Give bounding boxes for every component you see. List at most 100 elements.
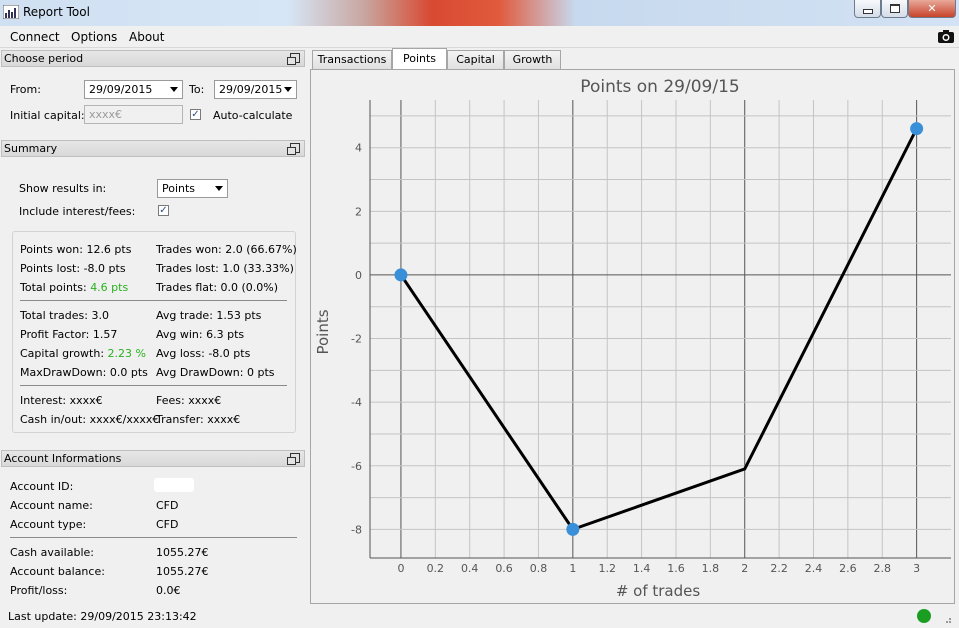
- initial-capital-input[interactable]: xxxx€: [84, 105, 183, 124]
- from-date-picker[interactable]: 29/09/2015: [84, 80, 183, 99]
- undock-icon[interactable]: [287, 453, 300, 465]
- y-tick-label: -8: [351, 523, 362, 536]
- include-interest-label: Include interest/fees:: [19, 205, 136, 218]
- y-tick-label: -6: [351, 460, 362, 473]
- account-name-value: CFD: [156, 499, 179, 512]
- minimize-icon: [862, 9, 873, 14]
- x-tick-label: 2.6: [839, 562, 857, 575]
- series-line: [399, 127, 918, 532]
- x-tick-label: 0.2: [427, 562, 445, 575]
- avg-loss: Avg loss: -8.0 pts: [156, 347, 251, 360]
- y-tick-label: 2: [355, 205, 362, 218]
- account-id-redacted: [154, 478, 194, 492]
- profit-factor: Profit Factor: 1.57: [20, 328, 118, 341]
- x-tick-label: 0.4: [461, 562, 479, 575]
- chart-app-icon: [3, 5, 19, 19]
- divider: [10, 537, 297, 538]
- interest: Interest: xxxx€: [20, 394, 103, 407]
- trades-won: Trades won: 2.0 (66.67%): [156, 243, 297, 256]
- plot-area: 0 0.2 0.4 0.6 0.8 1 1.2 1.4 1.6 1.8 2 2.2 2.4 2.6 2.8 3…: [351, 100, 951, 575]
- menu-connect[interactable]: Connect: [10, 30, 60, 44]
- camera-icon[interactable]: [938, 29, 954, 43]
- summary-panel-title: Summary: [4, 142, 58, 155]
- points-won: Points won: 12.6 pts: [20, 243, 132, 256]
- menu-about[interactable]: About: [129, 30, 164, 44]
- data-point: [394, 268, 408, 282]
- x-tick-label: 2: [741, 562, 748, 575]
- x-tick-label: 0.6: [495, 562, 513, 575]
- period-panel-title: Choose period: [4, 52, 84, 65]
- minimize-button[interactable]: [854, 0, 881, 18]
- account-balance-label: Account balance:: [10, 565, 105, 578]
- tab-transactions[interactable]: Transactions: [312, 50, 392, 69]
- chart-title: Points on 29/09/15: [580, 77, 739, 97]
- to-date-picker[interactable]: 29/09/2015: [214, 80, 297, 99]
- y-tick-label: 4: [355, 142, 362, 155]
- x-tick-label: 0: [397, 562, 404, 575]
- tab-growth[interactable]: Growth: [504, 50, 561, 69]
- capital-growth-value: 2.23 %: [107, 347, 146, 360]
- trades-flat: Trades flat: 0.0 (0.0%): [156, 281, 279, 294]
- undock-icon[interactable]: [287, 143, 300, 155]
- auto-calculate-label: Auto-calculate: [213, 109, 293, 122]
- account-type-value: CFD: [156, 518, 179, 531]
- x-tick-label: 3: [913, 562, 920, 575]
- menu-options[interactable]: Options: [71, 30, 117, 44]
- x-tick-label: 1.8: [702, 562, 720, 575]
- x-tick-label: 2.4: [805, 562, 823, 575]
- cash-available-value: 1055.27€: [156, 546, 209, 559]
- chart-x-axis-label: # of trades: [616, 582, 701, 600]
- to-date-value: 29/09/2015: [219, 83, 283, 96]
- x-tick-label: 2.8: [873, 562, 891, 575]
- period-panel-header: Choose period: [1, 50, 305, 67]
- maximize-button[interactable]: [881, 0, 908, 18]
- fees: Fees: xxxx€: [156, 394, 222, 407]
- account-id-label: Account ID:: [10, 480, 74, 493]
- title-bar: [0, 0, 959, 26]
- avg-drawdown: Avg DrawDown: 0 pts: [156, 366, 275, 379]
- total-points-value: 4.6 pts: [90, 281, 129, 294]
- undock-icon[interactable]: [287, 53, 300, 65]
- show-results-select[interactable]: Points: [157, 179, 228, 198]
- initial-capital-label: Initial capital:: [10, 109, 85, 122]
- cash-in-out: Cash in/out: xxxx€/xxxx€: [20, 413, 160, 426]
- capital-growth-label: Capital growth:: [20, 347, 105, 360]
- chart-y-axis-label: Points: [314, 309, 332, 354]
- cash-available-label: Cash available:: [10, 546, 94, 559]
- dropdown-arrow-icon: [284, 87, 292, 92]
- divider: [20, 300, 287, 301]
- x-tick-label: 1.4: [633, 562, 651, 575]
- account-panel-header: Account Informations: [1, 450, 305, 467]
- x-tick-label: 1.6: [667, 562, 685, 575]
- y-tick-label: -4: [351, 396, 362, 409]
- connection-status-indicator: [917, 609, 931, 623]
- x-tick-label: 2.2: [770, 562, 788, 575]
- show-results-value: Points: [162, 182, 196, 195]
- data-point: [910, 122, 924, 136]
- close-icon: ✕: [927, 2, 937, 15]
- x-tick-label: 1: [569, 562, 576, 575]
- dropdown-arrow-icon: [215, 186, 223, 191]
- resize-grip-icon[interactable]: [940, 610, 952, 624]
- include-interest-checkbox[interactable]: ✓: [158, 205, 169, 216]
- avg-win: Avg win: 6.3 pts: [156, 328, 245, 341]
- tab-points[interactable]: Points: [392, 48, 447, 70]
- maximize-icon: [889, 4, 900, 13]
- initial-capital-placeholder: xxxx€: [89, 108, 123, 121]
- profit-loss-value: 0.0€: [156, 584, 181, 597]
- close-button[interactable]: ✕: [908, 0, 956, 18]
- account-panel-title: Account Informations: [4, 452, 122, 465]
- account-name-label: Account name:: [10, 499, 93, 512]
- max-drawdown: MaxDrawDown: 0.0 pts: [20, 366, 148, 379]
- auto-calculate-checkbox[interactable]: ✓: [190, 109, 201, 120]
- data-point: [566, 522, 580, 536]
- points-lost: Points lost: -8.0 pts: [20, 262, 126, 275]
- from-date-value: 29/09/2015: [89, 83, 153, 96]
- trades-lost: Trades lost: 1.0 (33.33%): [156, 262, 294, 275]
- window-title: Report Tool: [23, 5, 90, 19]
- total-trades: Total trades: 3.0: [20, 309, 109, 322]
- divider: [20, 385, 287, 386]
- transfer: Transfer: xxxx€: [156, 413, 241, 426]
- account-type-label: Account type:: [10, 518, 87, 531]
- tab-capital[interactable]: Capital: [447, 50, 504, 69]
